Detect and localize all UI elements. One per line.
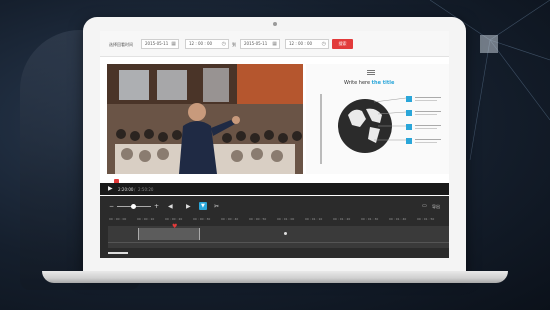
slide-list-icon: [367, 69, 375, 75]
video-frame[interactable]: [107, 64, 303, 174]
timeline-scrollbar[interactable]: [108, 252, 128, 254]
search-button[interactable]: 搜索: [332, 39, 353, 49]
slide-bullet: [406, 122, 446, 136]
play-icon[interactable]: ▶: [108, 185, 113, 192]
lecture-scene-image: [107, 64, 303, 174]
timeline-selection[interactable]: [138, 228, 200, 240]
laptop-base: [42, 271, 508, 283]
slide-panel: Write here the title: [306, 64, 449, 174]
filter-bar: 选择回看时间 2015-05-11 ▦ 12 : 00 : 00 ◷ 到 201…: [100, 31, 449, 57]
clock-icon: ◷: [221, 41, 226, 47]
range-label: 选择回看时间: [109, 42, 133, 47]
timeline-playhead-icon[interactable]: ♥: [172, 223, 177, 230]
slide-title: Write here the title: [344, 80, 395, 86]
slide-bullet: [406, 136, 446, 150]
slide-bullet-list: [406, 94, 446, 150]
slide-divider: [320, 94, 322, 164]
to-label: 到: [232, 42, 236, 47]
slide-bullet: [406, 94, 446, 108]
edit-icon: [406, 110, 412, 116]
end-time-field[interactable]: 12 : 00 : 00 ◷: [285, 39, 329, 49]
edit-icon: [406, 138, 412, 144]
player-control-bar: ▶ 2:20:00 / 2:50:20: [100, 183, 449, 195]
timeline-keyframe[interactable]: [284, 232, 287, 235]
calendar-icon: ▦: [272, 41, 277, 47]
end-date-field[interactable]: 2015-05-11 ▦: [240, 39, 280, 49]
time-separator: /: [134, 187, 136, 192]
timeline-track[interactable]: ♥: [108, 223, 449, 248]
laptop-camera: [273, 22, 277, 26]
start-time-field[interactable]: 12 : 00 : 00 ◷: [185, 39, 229, 49]
app-screen: 选择回看时间 2015-05-11 ▦ 12 : 00 : 00 ◷ 到 201…: [100, 31, 449, 258]
edit-icon: [406, 96, 412, 102]
slide-bullet: [406, 108, 446, 122]
clock-icon: ◷: [321, 41, 326, 47]
total-time: 2:50:20: [138, 187, 154, 192]
timeline-editor: − + ◀ ▶ ▼ ✂ ▭ 导出 00 : 00 : 00 00 : 00 : …: [100, 196, 449, 258]
calendar-icon: ▦: [171, 41, 176, 47]
current-time: 2:20:00: [118, 187, 134, 192]
start-date-field[interactable]: 2015-05-11 ▦: [141, 39, 179, 49]
timeline-baseline: [108, 242, 449, 243]
edit-icon: [406, 124, 412, 130]
